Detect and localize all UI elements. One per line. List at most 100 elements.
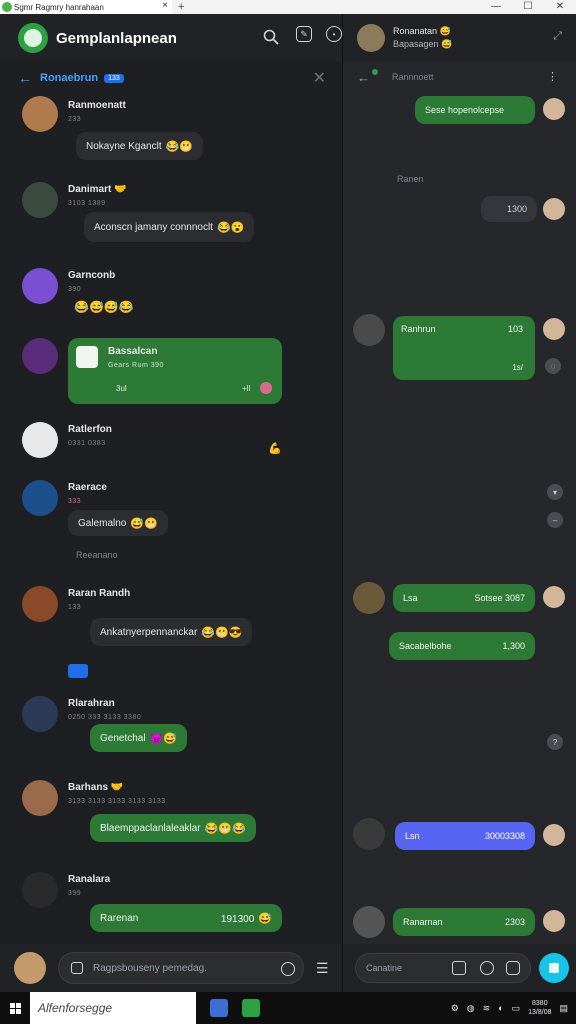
message-emoji: 😈😅 [149,732,177,745]
card-left-meta: 3ul [116,384,127,393]
message-bubble[interactable]: Rarenan 191300 😅 [90,904,282,932]
tab-close-icon[interactable]: × [162,0,168,11]
side-avatar-medium[interactable] [353,582,385,614]
side-avatar[interactable] [357,24,385,52]
attach-icon[interactable] [71,962,83,974]
side-message-time: 1,300 [502,641,525,651]
side-gif-icon[interactable] [506,961,520,975]
more-options-icon[interactable]: ⋮ [547,70,558,83]
side-avatar-small[interactable] [543,318,565,340]
user-avatar[interactable] [22,182,58,218]
message-list[interactable]: Ranmoenatt 233 Nokayne Kganclt 😂😬 Danima… [0,94,342,937]
user-avatar[interactable] [22,338,58,374]
message-meta: 390 [68,286,82,293]
side-reaction-button[interactable]: ◌ [545,358,561,374]
message-bubble[interactable]: Aconscn jamany connnoclt 😂😮 [84,212,255,242]
message-bubble[interactable]: Nokayne Kganclt 😂😬 [76,132,204,160]
taskbar-search[interactable]: Alfenforsegge [30,992,196,1024]
taskbar-clock[interactable]: 8380 13/8/08 [528,999,551,1017]
user-avatar[interactable] [22,872,58,908]
window-close-button[interactable]: ✕ [544,0,576,14]
side-message-text: 1300 [506,204,527,214]
side-voice-icon[interactable] [452,961,466,975]
card-reaction-icon [260,382,272,394]
info-icon[interactable]: • [326,26,342,42]
notification-icon[interactable]: ▤ [559,1003,568,1014]
message-bubble[interactable]: Genetchal 😈😅 [90,724,187,752]
message-emoji: 💪 [268,443,282,455]
tray-settings-icon[interactable]: ⚙ [451,1003,459,1014]
side-message-time: Sotsee 3087 [474,593,525,603]
side-avatar-small[interactable] [543,198,565,220]
user-avatar[interactable] [22,422,58,458]
card-subtitle: Gears Rum 390 [108,362,164,369]
user-avatar[interactable] [22,780,58,816]
side-message-bubble[interactable]: 1300 [481,196,537,222]
maximize-button[interactable]: ☐ [512,0,544,14]
message-bubble[interactable]: Galemalno 😅😬 [68,510,168,536]
compose-icon[interactable]: ✎ [296,26,312,42]
os-taskbar: Alfenforsegge ⚙ ◍ ≋ ◐ ▭ 8380 13/8/08 ▤ [0,992,576,1024]
user-avatar[interactable] [22,268,58,304]
message-emoji: 😂😮 [216,221,245,234]
side-avatar-small[interactable] [543,824,565,846]
thread-close-icon[interactable]: ✕ [313,68,326,88]
user-avatar[interactable] [22,96,58,132]
side-header: Ronanatan 😅 Bapasagen 😅 ⤢ [343,14,576,62]
message-bubble[interactable]: Ankatnyerpennanckar 😂😬😎 [90,618,253,646]
side-message-list[interactable]: Sese hopenolcepse Ranen 1300 Ranhrun 103… [343,92,576,944]
side-avatar-medium[interactable] [353,818,385,850]
side-message-bubble[interactable]: Sese hopenolcepse [415,96,535,124]
tray-network-icon[interactable]: ◍ [467,1003,475,1014]
message-emoji: 😂😬😂 [204,822,246,835]
side-message-bubble[interactable]: Lsn 30003308 [395,822,535,850]
browser-tab[interactable]: Sgmr Ragmry hanrahaan × [0,0,172,14]
side-message-bubble[interactable]: Lsa Sotsee 3087 [393,584,535,612]
user-avatar[interactable] [22,586,58,622]
scroll-up-button[interactable]: – [547,512,563,528]
side-avatar-medium[interactable] [353,906,385,938]
scroll-down-button[interactable]: ▾ [547,484,563,500]
user-avatar[interactable] [22,696,58,732]
my-avatar[interactable] [14,952,46,984]
file-explorer-icon[interactable] [210,999,228,1017]
message-input[interactable]: Ragpsbouseny pemedag. [58,952,304,984]
tray-battery-icon[interactable]: ▭ [512,1003,521,1014]
message-meta: 3133 3133 3133 3133 3133 [68,798,166,805]
side-message-bubble[interactable]: Sacabelbohe 1,300 [389,632,535,660]
app-avatar[interactable] [18,23,48,53]
side-avatar-medium[interactable] [353,314,385,346]
tray-wifi-icon[interactable]: ≋ [483,1003,491,1014]
side-message-bubble[interactable]: Ranarnan 2303 [393,908,535,936]
side-record-icon[interactable] [480,961,494,975]
pin-icon [68,664,88,678]
user-avatar[interactable] [22,480,58,516]
side-input-placeholder: Canatine [366,963,403,973]
message-emoji: 😅😬 [130,517,158,530]
thread-title: Ronaebrun [40,72,99,84]
new-tab-button[interactable]: + [178,1,184,13]
side-message-card[interactable]: Ranhrun 103 1s/ [393,316,535,380]
message-bubble[interactable]: Blaemppaclanlaleaklar 😂😬😂 [90,814,256,842]
message-card[interactable]: Bassalcan Gears Rum 390 3ul +ll [68,338,282,404]
side-message-input[interactable]: Canatine [355,953,531,983]
send-button[interactable] [539,953,569,983]
back-arrow-icon[interactable]: ← [18,70,32,86]
emoji-picker-icon[interactable] [281,962,295,976]
menu-icon[interactable]: ☰ [316,960,329,977]
search-icon[interactable] [260,26,282,48]
expand-icon[interactable]: ⤢ [553,30,562,43]
minimize-button[interactable]: — [480,0,512,14]
side-back-icon[interactable]: ← [357,70,370,85]
start-button[interactable] [0,1002,30,1014]
side-message-text: Lsn [405,831,420,841]
tray-volume-icon[interactable]: ◐ [498,1003,503,1013]
side-info-button[interactable]: ? [547,734,563,750]
message-meta: 333 [68,498,82,505]
side-avatar-small[interactable] [543,98,565,120]
side-avatar-small[interactable] [543,586,565,608]
chat-app-taskbar-icon[interactable] [242,999,260,1017]
message-text: Aconscn jamany connnoclt [94,221,213,233]
user-name: Barhans 🤝 [68,782,124,793]
side-avatar-small[interactable] [543,910,565,932]
